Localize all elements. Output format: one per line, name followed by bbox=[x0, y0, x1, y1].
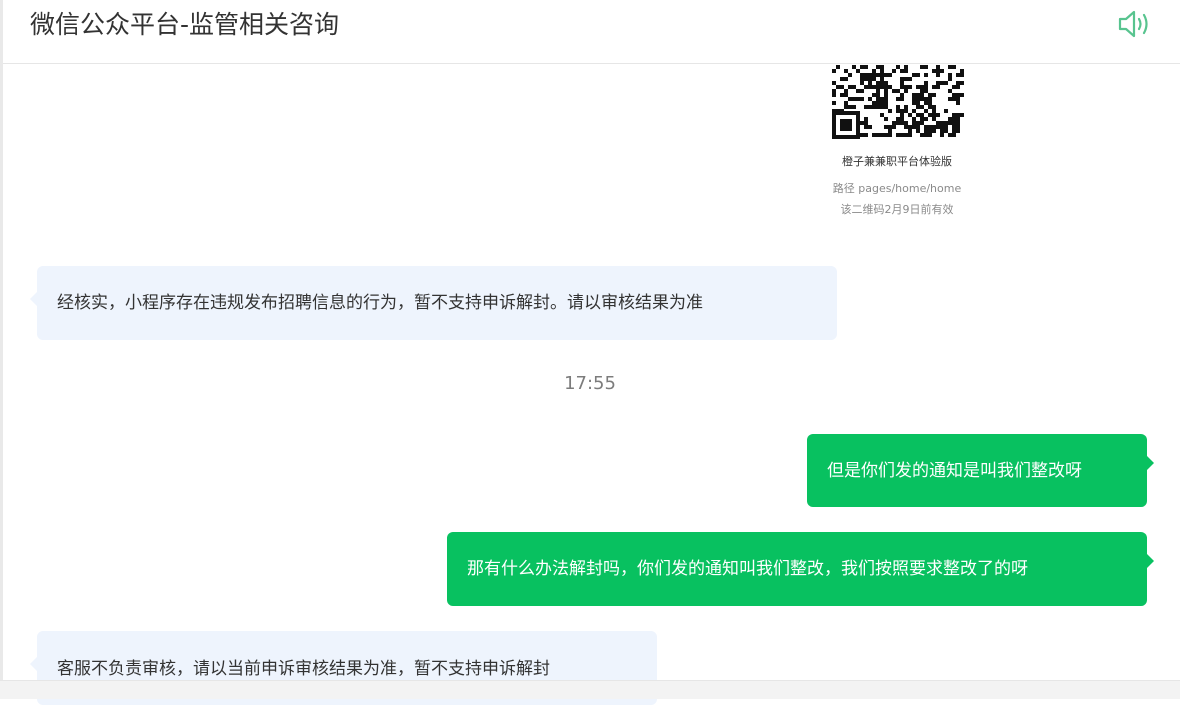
qr-mini-program-name: 橙子兼兼职平台体验版 bbox=[842, 155, 952, 168]
message-text: 经核实，小程序存在违规发布招聘信息的行为，暂不支持申诉解封。请以审核结果为准 bbox=[57, 293, 703, 313]
qr-path-label: 路径 pages/home/home bbox=[832, 182, 962, 195]
qr-validity-label: 该二维码2月9日前有效 bbox=[840, 203, 954, 216]
qr-code-image bbox=[832, 65, 964, 139]
message-bubble-outgoing[interactable]: 那有什么办法解封吗，你们发的通知叫我们整改，我们按照要求整改了的呀 bbox=[447, 532, 1154, 606]
message-text: 那有什么办法解封吗，你们发的通知叫我们整改，我们按照要求整改了的呀 bbox=[467, 559, 1028, 579]
input-area[interactable] bbox=[0, 680, 1180, 699]
speaker-icon[interactable] bbox=[1115, 9, 1153, 39]
message-bubble-incoming[interactable]: 经核实，小程序存在违规发布招聘信息的行为，暂不支持申诉解封。请以审核结果为准 bbox=[30, 266, 837, 340]
mini-program-qr-card[interactable]: 橙子兼兼职平台体验版 路径 pages/home/home 该二维码2月9日前有… bbox=[800, 63, 1000, 233]
message-text: 但是你们发的通知是叫我们整改呀 bbox=[827, 460, 1082, 481]
chat-header: 微信公众平台-监管相关咨询 bbox=[3, 0, 1180, 64]
window-left-edge bbox=[0, 0, 3, 698]
message-text: 客服不负责审核，请以当前申诉审核结果为准，暂不支持申诉解封 bbox=[57, 659, 550, 679]
message-bubble-outgoing[interactable]: 但是你们发的通知是叫我们整改呀 bbox=[807, 434, 1154, 507]
message-timestamp: 17:55 bbox=[564, 373, 616, 394]
chat-title: 微信公众平台-监管相关咨询 bbox=[30, 10, 340, 39]
